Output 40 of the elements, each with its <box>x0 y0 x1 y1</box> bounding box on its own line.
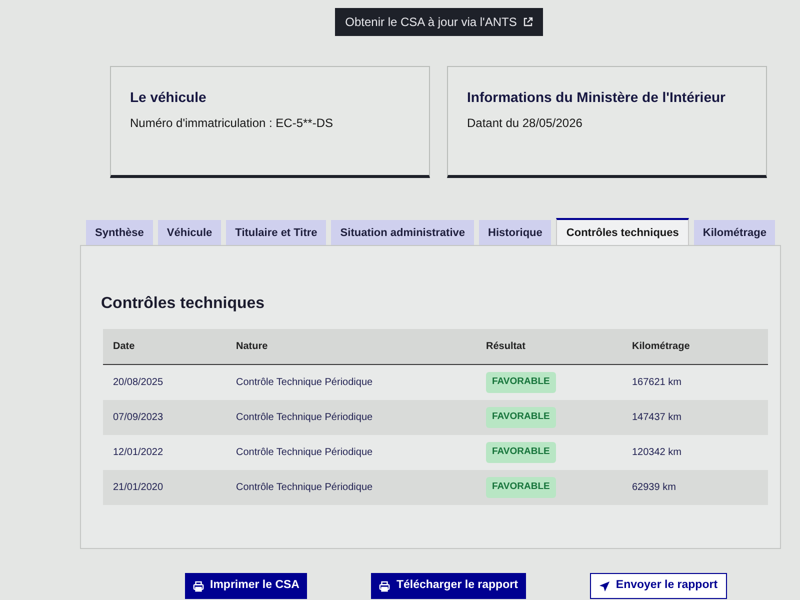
status-badge: FAVORABLE <box>486 372 556 393</box>
table-cell: Contrôle Technique Périodique <box>236 447 373 458</box>
column-header: Nature <box>236 341 268 352</box>
table-cell: 07/09/2023 <box>113 412 164 423</box>
section-title: Contrôles techniques <box>101 294 266 314</box>
column-header: Kilométrage <box>632 341 690 352</box>
tab[interactable]: Titulaire et Titre <box>226 220 326 245</box>
tab[interactable]: Historique <box>479 220 552 245</box>
tab[interactable]: Contrôles techniques <box>556 218 689 245</box>
card-title: Le véhicule <box>130 88 208 107</box>
tab[interactable]: Synthèse <box>86 220 153 245</box>
tab[interactable]: Véhicule <box>158 220 222 245</box>
table-cell: 20/08/2025 <box>113 377 164 388</box>
printer-icon <box>193 580 204 592</box>
table-cell: 147437 km <box>632 412 682 423</box>
tab[interactable]: Kilométrage <box>694 220 776 245</box>
table-cell: 120342 km <box>632 447 682 458</box>
card-text: Numéro d'immatriculation : EC-5**-DS <box>130 115 334 132</box>
table-cell: Contrôle Technique Périodique <box>236 482 373 493</box>
card-title: Informations du Ministère de l'Intérieur <box>467 88 726 107</box>
table-cell: 167621 km <box>632 377 682 388</box>
action-button[interactable]: Envoyer le rapport <box>590 573 727 599</box>
action-button[interactable]: Imprimer le CSA <box>185 573 308 599</box>
action-button[interactable]: Télécharger le rapport <box>371 573 526 599</box>
printer-icon <box>379 580 390 592</box>
card-text: Datant du 28/05/2026 <box>467 115 584 132</box>
table-cell: 12/01/2022 <box>113 447 164 458</box>
table-cell: Contrôle Technique Périodique <box>236 377 373 388</box>
status-badge: FAVORABLE <box>486 442 556 463</box>
send-icon <box>598 580 610 592</box>
table-cell: Contrôle Technique Périodique <box>236 412 373 423</box>
external-link-icon <box>522 17 533 27</box>
table-cell: 21/01/2020 <box>113 482 164 493</box>
tab[interactable]: Situation administrative <box>331 220 474 245</box>
column-header: Date <box>113 341 135 352</box>
table-cell: 62939 km <box>632 482 676 493</box>
column-header: Résultat <box>486 341 526 352</box>
status-badge: FAVORABLE <box>486 407 556 428</box>
status-badge: FAVORABLE <box>486 477 556 498</box>
ants-link-button[interactable]: Obtenir le CSA à jour via l'ANTS <box>335 8 543 36</box>
